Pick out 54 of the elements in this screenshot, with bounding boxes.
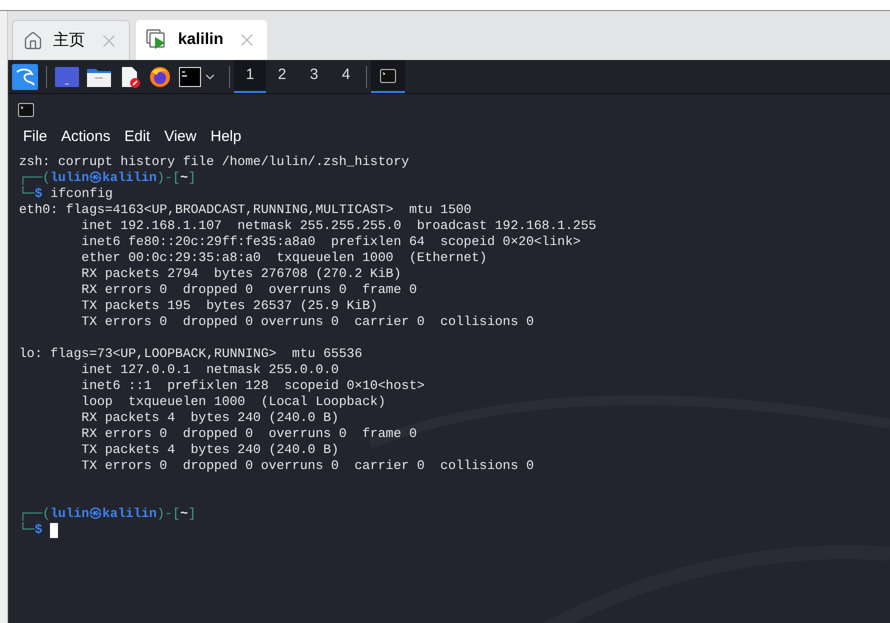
terminal-output-line: RX errors 0 dropped 0 overruns 0 frame 0 — [80, 426, 417, 442]
terminal-output-line: lo: flags=73<UP,LOOPBACK,RUNNING> mtu 65536 — [19, 346, 362, 362]
menu-item[interactable]: File — [23, 126, 48, 148]
menu-item[interactable]: View — [164, 126, 196, 148]
folder-icon[interactable] — [87, 66, 111, 86]
prompt-text: ] — [188, 506, 196, 522]
terminal-output-line: inet6 ::1 prefixlen 128 scopeid 0×10<host> — [80, 378, 425, 394]
prompt-text: ~ — [180, 170, 188, 186]
terminal-output-line: TX errors 0 dropped 0 overruns 0 carrier 0 collisions 0 — [80, 458, 534, 474]
prompt-text: $ — [34, 522, 42, 538]
terminal-output-line: loop txqueuelen 1000 (Local Loopback) — [80, 394, 386, 410]
terminal-output-line: inet 127.0.0.1 netmask 255.0.0.0 — [80, 362, 339, 378]
prompt-text: )-[ — [156, 170, 180, 186]
text-editor-icon[interactable] — [119, 66, 141, 88]
workspace-switcher[interactable]: 2 — [266, 60, 298, 93]
prompt-text: lulin㉿kalilin — [50, 506, 157, 522]
terminal-output-line: eth0: flags=4163<UP,BROADCAST,RUNNING,MULTICAST> mtu 1500 — [19, 202, 472, 218]
prompt-text: $ — [34, 186, 42, 202]
terminal-output-line: TX packets 195 bytes 26537 (25.9 KiB) — [80, 298, 378, 314]
prompt-text: ┌──( — [19, 506, 50, 522]
command-text: ifconfig — [50, 186, 113, 202]
prompt-text: └─ — [19, 186, 35, 202]
terminal-output-line: RX errors 0 dropped 0 overruns 0 frame 0 — [80, 282, 417, 298]
terminal-output-line: TX packets 4 bytes 240 (240.0 B) — [80, 442, 339, 458]
browser-tab[interactable]: kalilin — [136, 20, 268, 60]
terminal-output-line: TX errors 0 dropped 0 overruns 0 carrier 0 collisions 0 — [80, 314, 534, 330]
prompt-text: ┌──( — [19, 170, 50, 186]
terminal-icon[interactable] — [179, 66, 201, 86]
terminal-output-line: zsh: corrupt history file /home/lulin/.zsh_history — [19, 154, 410, 170]
virtual-machine-icon — [146, 29, 168, 51]
prompt-text: ~ — [180, 506, 188, 522]
menu-item[interactable]: Help — [210, 126, 242, 148]
browser-tab[interactable]: 主页 — [12, 20, 130, 60]
terminal-icon — [18, 103, 34, 117]
workspace-switcher[interactable]: 4 — [330, 60, 362, 93]
terminal-icon — [380, 68, 396, 82]
home-icon — [23, 30, 43, 50]
prompt-text: ] — [188, 170, 196, 186]
prompt-text: lulin㉿kalilin — [50, 170, 157, 186]
workspace-switcher[interactable]: 1 — [234, 60, 266, 93]
firefox-icon[interactable] — [149, 66, 171, 88]
prompt-text: └─ — [19, 522, 35, 538]
terminal-output-line: RX packets 2794 bytes 276708 (270.2 KiB) — [80, 266, 402, 282]
workspace-switcher[interactable]: 3 — [298, 60, 330, 93]
prompt-text: )-[ — [156, 506, 180, 522]
terminal-output-line: ether 00:0c:29:35:a8:a0 txqueuelen 1000 (Ethernet) — [80, 250, 488, 266]
menu-item[interactable]: Edit — [124, 126, 150, 148]
terminal-output-line: inet6 fe80::20c:29ff:fe35:a8a0 prefixlen 64 scopeid 0×20<link> — [80, 234, 581, 250]
menu-item[interactable]: Actions — [61, 126, 110, 148]
dragon-logo-icon[interactable] — [12, 64, 38, 90]
desktop-icon[interactable] — [55, 66, 79, 86]
window-button[interactable] — [371, 60, 405, 93]
terminal-output-line: inet 192.168.1.107 netmask 255.255.255.0 broadcast 192.168.1.255 — [80, 218, 596, 234]
terminal-output-line: RX packets 4 bytes 240 (240.0 B) — [80, 410, 339, 426]
